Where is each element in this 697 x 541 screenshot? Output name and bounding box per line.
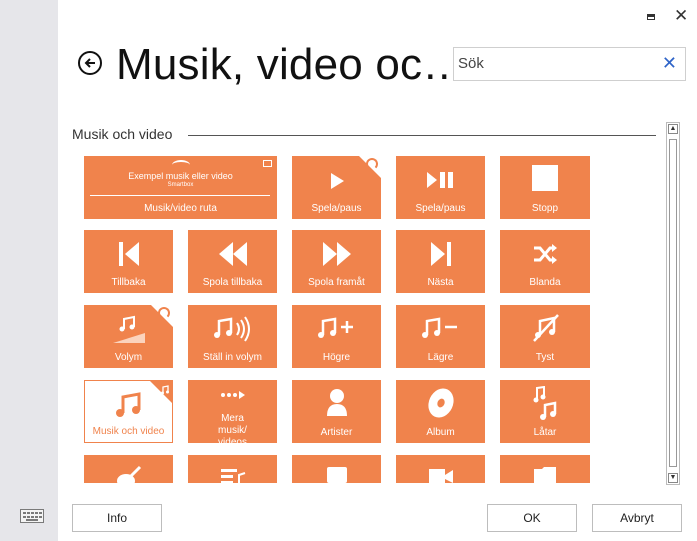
songs-icon (500, 386, 590, 420)
tile-artists[interactable]: Artister (292, 380, 381, 443)
scroll-down-icon[interactable]: ▼ (668, 473, 678, 483)
scroll-up-icon[interactable]: ▲ (668, 124, 678, 134)
tile-lower[interactable]: Lägre (396, 305, 485, 368)
tile-label: Låtar (533, 427, 557, 438)
play-icon (292, 172, 381, 190)
tile-label: Spola framåt (308, 277, 365, 288)
tile-back[interactable]: Tillbaka (84, 230, 173, 293)
tile-label: Ställ in volym (203, 352, 262, 363)
playlist-icon (188, 467, 277, 483)
tile-media-player[interactable]: Exempel musik eller video Smartbox Musik… (84, 156, 277, 219)
music-note-icon (85, 391, 172, 419)
close-icon[interactable]: ✕ (674, 7, 688, 24)
tile-set-volume[interactable]: Ställ in volym (188, 305, 277, 368)
volume-icon (84, 315, 173, 345)
set-volume-icon (188, 315, 277, 343)
tile-label: Spola tillbaka (202, 277, 263, 288)
tile-stop[interactable]: Stopp (500, 156, 590, 219)
tile-play-pause[interactable]: Spela/paus (292, 156, 381, 219)
tile-songs[interactable]: Låtar (500, 380, 590, 443)
tile-playlist[interactable] (188, 455, 277, 483)
music-video-icon (292, 465, 381, 483)
album-icon (396, 386, 485, 420)
tile-play-pause-2[interactable]: Spela/paus (396, 156, 485, 219)
tile-label: Mera musik/ videos (218, 413, 247, 443)
tile-music-video[interactable] (292, 455, 381, 483)
page-title: Musik, video oc… (116, 40, 467, 89)
tile-video[interactable] (396, 455, 485, 483)
rewind-icon (188, 241, 277, 267)
tile-volume[interactable]: Volym (84, 305, 173, 368)
shuffle-icon (500, 240, 590, 268)
tile-folder[interactable] (500, 455, 590, 483)
tile-mute[interactable]: Tyst (500, 305, 590, 368)
tile-label: Blanda (529, 277, 561, 288)
tile-next[interactable]: Nästa (396, 230, 485, 293)
back-arrow-icon[interactable] (78, 51, 102, 75)
tile-label: Högre (322, 352, 351, 363)
stop-icon (500, 164, 590, 192)
guitar-icon (84, 465, 173, 483)
tile-label: Spela/paus (311, 203, 362, 214)
video-icon (396, 467, 485, 483)
tile-label: Musik/video ruta (144, 203, 217, 214)
maximize-icon[interactable] (647, 14, 655, 20)
section-label: Musik och video (72, 126, 181, 142)
tile-label: Nästa (427, 277, 454, 288)
tile-label: Lägre (427, 352, 454, 363)
tile-shuffle[interactable]: Blanda (500, 230, 590, 293)
tile-album[interactable]: Album (396, 380, 485, 443)
dialog: ✕ Musik, video oc… ✕ Musik och video Exe… (58, 0, 697, 541)
media-sub-title: Exempel musik eller video (128, 171, 233, 181)
more-icon (188, 390, 277, 400)
media-progress-bar (90, 195, 270, 196)
info-button[interactable]: Info (72, 504, 162, 532)
cancel-button[interactable]: Avbryt (592, 504, 682, 532)
tile-fast-forward[interactable]: Spola framåt (292, 230, 381, 293)
refresh-icon (366, 158, 378, 170)
mute-icon (500, 313, 590, 343)
fast-forward-icon (292, 241, 381, 267)
media-player-icon (172, 160, 190, 170)
tile-label: Tillbaka (111, 277, 146, 288)
tile-label: Musik och video (92, 426, 165, 437)
clear-search-icon[interactable]: ✕ (662, 53, 677, 74)
vertical-scrollbar[interactable]: ▲ ▼ (666, 122, 680, 485)
play-pause-icon (396, 170, 485, 190)
volume-down-icon (396, 315, 485, 343)
skip-back-icon (84, 241, 173, 267)
folder-icon (500, 465, 590, 483)
left-strip (0, 0, 58, 541)
scroll-thumb[interactable] (669, 139, 677, 467)
volume-up-icon (292, 315, 381, 343)
tile-label: Spela/paus (415, 203, 466, 214)
ok-button[interactable]: OK (487, 504, 577, 532)
artist-icon (292, 387, 381, 417)
media-corner-icon (263, 160, 272, 167)
media-sub-source: Smartbox (167, 182, 194, 188)
keyboard-icon[interactable] (20, 509, 44, 523)
tile-guitar[interactable] (84, 455, 173, 483)
tile-label: Stopp (531, 203, 559, 214)
tile-label: Artister (320, 427, 353, 438)
search-input[interactable] (458, 53, 648, 73)
skip-next-icon (396, 241, 485, 267)
tile-rewind[interactable]: Spola tillbaka (188, 230, 277, 293)
search-box[interactable]: ✕ (453, 47, 686, 81)
tile-label: Tyst (535, 352, 555, 363)
section-divider (188, 135, 656, 136)
tile-label: Volym (114, 352, 143, 363)
tile-more[interactable]: Mera musik/ videos (188, 380, 277, 443)
tile-louder[interactable]: Högre (292, 305, 381, 368)
tile-label: Album (426, 427, 455, 438)
tile-music-and-video[interactable]: Musik och video (84, 380, 173, 443)
